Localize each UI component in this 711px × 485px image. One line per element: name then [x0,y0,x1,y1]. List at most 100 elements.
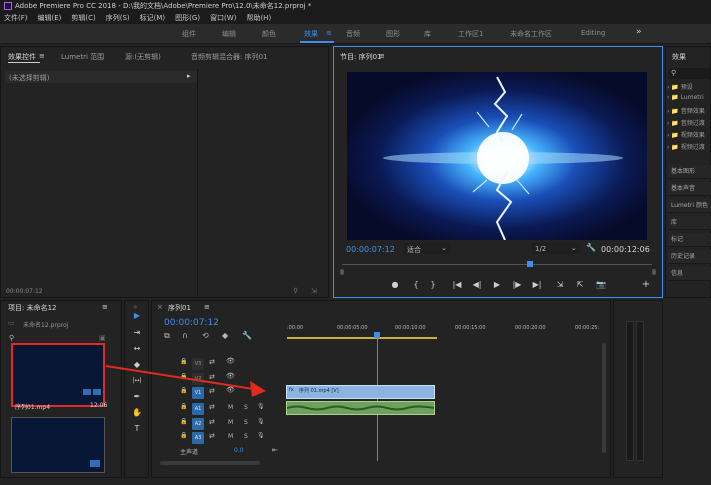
tab-lumetri-scopes[interactable]: Lumetri 范围 [61,52,104,62]
play-arrow-icon[interactable]: ▸ [187,72,191,80]
mic-icon[interactable]: 🎙 [257,403,265,410]
vertical-scrollbar[interactable] [602,343,606,453]
tree-audio-transitions[interactable]: › 📁 音频过渡 [667,118,711,127]
tab-source[interactable]: 源:(无剪辑) [125,52,161,62]
solo-button[interactable]: S [244,404,248,411]
video-clip[interactable]: fx 序列 01.mp4 [V] [286,385,435,399]
menu-edit[interactable]: 编辑(E) [38,12,62,24]
workspace-graphics[interactable]: 图形 [386,29,400,39]
timeline-timecode[interactable]: 00:00:07:12 [164,318,219,328]
solo-button[interactable]: S [244,433,248,440]
workspace-editing-en[interactable]: Editing [581,29,605,37]
ec-timecode[interactable]: 00:00:07:12 [6,288,43,295]
lock-icon[interactable]: 🔒 [180,432,187,439]
project-menu-icon[interactable]: ≡ [102,303,108,311]
playhead-bar[interactable] [342,264,652,269]
sync-lock-icon[interactable]: ⇄ [209,432,215,440]
snap-icon[interactable]: ∩ [182,331,188,340]
workspace-editing[interactable]: 编辑 [222,29,236,39]
tree-lumetri[interactable]: › 📁 Lumetri [667,94,711,103]
tab-program[interactable]: 节目: 序列01 [340,52,382,62]
mic-icon[interactable]: 🎙 [257,418,265,425]
track-label-a2[interactable]: A2 [192,418,204,430]
section-libraries[interactable]: 库 [668,216,711,230]
clip-thumbnail-1[interactable] [11,343,105,407]
play-button-icon[interactable]: ▶ [491,280,503,289]
time-ruler[interactable]: :00:00 00:00:05:00 00:00:10:00 00:00:15:… [287,323,602,341]
workspace-library[interactable]: 库 [424,29,431,39]
zoom-handle-right[interactable] [652,269,656,275]
solo-button[interactable]: S [244,419,248,426]
audio-clip[interactable] [286,401,435,415]
lift-icon[interactable]: ⇲ [554,280,566,289]
export-icon[interactable]: ⇲ [311,287,317,295]
workspace-assembly[interactable]: 组件 [182,29,196,39]
section-markers[interactable]: 标记 [668,233,711,247]
mic-icon[interactable]: 🎙 [257,432,265,439]
master-volume[interactable]: 0.0 [234,447,244,454]
tab-effect-controls[interactable]: 效果控件 [8,52,36,62]
horizontal-scrollbar[interactable] [160,461,260,465]
effects-search-input[interactable]: ⚲ [669,68,710,79]
track-label-a3[interactable]: A3 [192,432,204,444]
track-select-tool-icon[interactable]: ⇥ [131,327,143,339]
mute-button[interactable]: M [228,404,233,411]
extract-icon[interactable]: ⇱ [574,280,586,289]
track-label-a1[interactable]: A1 [192,403,204,415]
lock-icon[interactable]: 🔒 [180,418,187,425]
timeline-settings-icon[interactable]: 🔧 [242,331,252,340]
sync-lock-icon[interactable]: ⇄ [209,403,215,411]
add-marker-icon[interactable]: ◆ [222,331,228,340]
workspace-overflow-icon[interactable]: » [636,27,642,37]
mark-out-icon[interactable]: } [427,280,439,289]
menu-clip[interactable]: 剪辑(C) [71,12,95,24]
master-settings-icon[interactable]: ⇤ [272,446,278,454]
wrench-icon[interactable]: 🔧 [586,243,596,252]
tree-presets[interactable]: › 📁 预设 [667,82,711,91]
section-essential-graphics[interactable]: 基本图形 [668,165,711,179]
mute-button[interactable]: M [228,433,233,440]
menu-graphics[interactable]: 图形(G) [175,12,200,24]
go-to-in-icon[interactable]: |◀ [451,280,463,289]
menu-sequence[interactable]: 序列(S) [106,12,130,24]
step-forward-icon[interactable]: |▶ [511,280,523,289]
lock-icon[interactable]: 🔒 [180,403,187,410]
zoom-handle-left[interactable] [340,269,344,275]
tab-menu-icon[interactable]: ≡ [39,52,45,60]
tree-video-transitions[interactable]: › 📁 视频过渡 [667,142,711,151]
export-frame-icon[interactable]: 📷 [595,280,607,289]
new-bin-icon[interactable]: ▣ [99,334,106,342]
clip-select-row[interactable]: (未选择剪辑) ▸ [5,71,197,83]
sync-lock-icon[interactable]: ⇄ [209,418,215,426]
workspace-audio[interactable]: 音频 [346,29,360,39]
go-to-out-icon[interactable]: ▶| [531,280,543,289]
section-lumetri-color[interactable]: Lumetri 颜色 [668,199,711,213]
menu-marker[interactable]: 标记(M) [140,12,166,24]
mark-in-icon[interactable]: { [410,280,422,289]
workspace-untitled[interactable]: 未命名工作区 [510,29,552,39]
menu-file[interactable]: 文件(F) [4,12,28,24]
section-history[interactable]: 历史记录 [668,250,711,264]
section-info[interactable]: 信息 [668,267,711,281]
playhead-marker[interactable] [527,261,533,267]
menu-window[interactable]: 窗口(W) [210,12,236,24]
tab-audio-clip-mixer[interactable]: 音频剪辑混合器: 序列01 [191,52,268,62]
filter-icon[interactable]: ⊽ [293,287,298,295]
tab-project[interactable]: 项目: 未命名12 [8,303,57,313]
nest-toggle-icon[interactable]: ⧉ [164,331,170,341]
workspace-color[interactable]: 颜色 [262,29,276,39]
type-tool-icon[interactable]: T [131,423,143,435]
add-button-icon[interactable]: + [640,279,652,290]
menu-help[interactable]: 帮助(H) [246,12,271,24]
work-area-bar[interactable] [287,337,437,339]
program-video-frame[interactable] [347,72,647,240]
add-marker-icon[interactable]: ● [389,280,401,289]
step-back-icon[interactable]: ◀| [471,280,483,289]
tree-video-effects[interactable]: › 📁 视频效果 [667,130,711,139]
tab-sequence[interactable]: 序列01 [168,303,191,313]
clip-thumbnail-2[interactable] [11,417,105,473]
project-search-icon[interactable]: ⚲ [9,334,14,342]
timeline-menu-icon[interactable]: ≡ [204,303,210,311]
hand-tool-icon[interactable]: ✋ [131,407,143,419]
program-current-time[interactable]: 00:00:07:12 [346,245,395,254]
